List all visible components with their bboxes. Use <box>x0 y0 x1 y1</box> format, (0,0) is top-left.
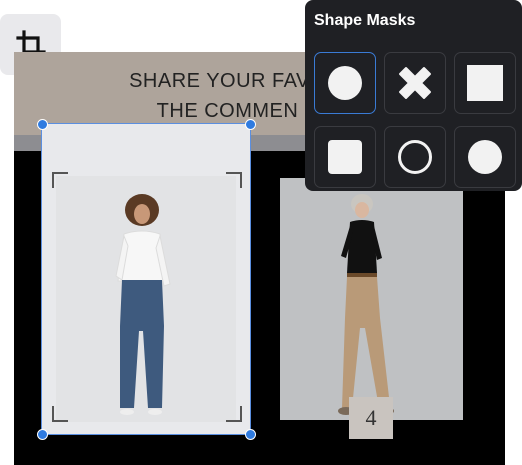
rounded-square-icon <box>328 140 362 174</box>
woman-black-turtleneck-image <box>280 178 463 420</box>
mask-option-square[interactable] <box>454 52 516 114</box>
photo-right[interactable] <box>280 178 463 420</box>
resize-handle-bottom-left[interactable] <box>37 429 48 440</box>
crop-corner-bottom-left[interactable] <box>52 406 68 422</box>
crop-corner-top-left[interactable] <box>52 172 68 188</box>
circle-icon <box>328 66 362 100</box>
crop-corner-top-right[interactable] <box>226 172 242 188</box>
panel-title: Shape Masks <box>314 12 416 29</box>
mask-option-circle[interactable] <box>314 52 376 114</box>
selected-photo-frame[interactable] <box>41 123 251 435</box>
mask-option-rounded-square[interactable] <box>314 126 376 188</box>
mask-option-cross[interactable] <box>384 52 446 114</box>
cross-icon <box>399 67 431 99</box>
resize-handle-bottom-right[interactable] <box>245 429 256 440</box>
mask-option-circle-outline[interactable] <box>384 126 446 188</box>
circle-icon <box>468 140 502 174</box>
square-icon <box>467 65 503 101</box>
canvas-strip <box>14 135 42 151</box>
mask-option-circle-large[interactable] <box>454 126 516 188</box>
photo-left[interactable] <box>56 176 236 422</box>
resize-handle-top-left[interactable] <box>37 119 48 130</box>
circle-outline-icon <box>398 140 432 174</box>
crop-corner-bottom-right[interactable] <box>226 406 242 422</box>
woman-white-shirt-jeans-image <box>56 176 236 422</box>
shape-masks-panel: Shape Masks <box>305 0 522 191</box>
page-number: 4 <box>349 397 393 439</box>
resize-handle-top-right[interactable] <box>245 119 256 130</box>
